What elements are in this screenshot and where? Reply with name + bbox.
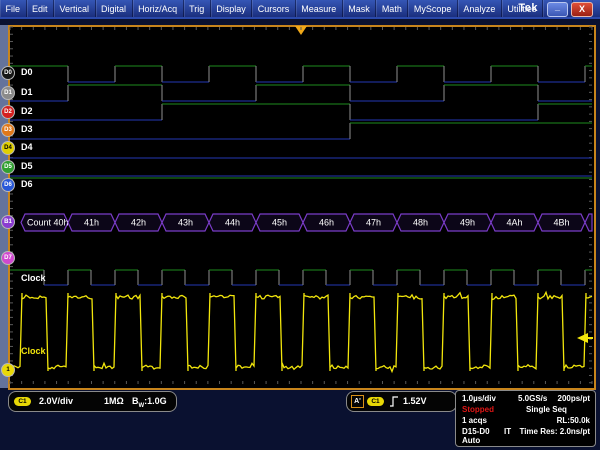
badge-d4[interactable]: D4 <box>1 141 15 155</box>
badge-ch1[interactable]: 1 <box>1 363 15 377</box>
ch1-badge[interactable]: C1 <box>14 397 31 406</box>
label-d0: D0 <box>21 67 33 77</box>
tek-logo: Tek <box>518 2 538 14</box>
record-length: RL:50.0k <box>557 416 590 425</box>
menu-item-myscope[interactable]: MyScope <box>408 0 458 17</box>
label-d6: D6 <box>21 179 33 189</box>
badge-d3[interactable]: D3 <box>1 123 15 137</box>
menu-items: FileEditVerticalDigitalHoriz/AcqTrigDisp… <box>0 0 573 17</box>
menu-item-horiz-acq[interactable]: Horiz/Acq <box>133 0 184 17</box>
badge-d6[interactable]: D6 <box>1 178 15 192</box>
acq-count: 1 acqs <box>462 416 487 425</box>
timebase: 1.0µs/div <box>462 394 496 403</box>
trigger-level: 1.52V <box>403 396 427 406</box>
menu-underline <box>0 17 600 19</box>
acquisition-panel[interactable]: 1.0µs/div 5.0GS/s 200ps/pt Stopped Singl… <box>455 390 596 447</box>
badge-b1[interactable]: B1 <box>1 215 15 229</box>
menu-bar: FileEditVerticalDigitalHoriz/AcqTrigDisp… <box>0 0 600 17</box>
menu-item-digital[interactable]: Digital <box>96 0 133 17</box>
menu-item-mask[interactable]: Mask <box>343 0 377 17</box>
bus-range: D15-D0 <box>462 427 490 436</box>
trigger-readout[interactable]: A' C1 1.52V <box>346 391 457 412</box>
minimize-button[interactable]: _ <box>547 2 568 17</box>
menu-item-display[interactable]: Display <box>211 0 253 17</box>
label-d3: D3 <box>21 124 33 134</box>
menu-item-math[interactable]: Math <box>376 0 408 17</box>
graticule <box>8 25 596 390</box>
trigger-mode: Auto <box>462 436 480 445</box>
sample-rate: 5.0GS/s <box>518 394 547 403</box>
badge-d2[interactable]: D2 <box>1 105 15 119</box>
ch1-readout[interactable]: C1 2.0V/div 1MΩ BW:1.0G <box>8 391 177 412</box>
label-d1: D1 <box>21 87 33 97</box>
menu-item-trig[interactable]: Trig <box>184 0 211 17</box>
badge-d7[interactable]: D7 <box>1 251 15 265</box>
badge-d5[interactable]: D5 <box>1 160 15 174</box>
close-button[interactable]: X <box>571 2 593 17</box>
label-d4: D4 <box>21 142 33 152</box>
trigger-source-icon: A' <box>351 395 364 408</box>
interp-mode: IT <box>504 427 511 436</box>
menu-item-analyze[interactable]: Analyze <box>458 0 502 17</box>
ch1-bandwidth: BW:1.0G <box>132 396 167 409</box>
trigger-position-marker[interactable] <box>295 26 307 35</box>
trigger-channel-badge: C1 <box>367 397 384 406</box>
time-resolution: Time Res: 2.0ns/pt <box>519 427 590 436</box>
rising-edge-icon <box>389 395 400 408</box>
ch1-scale: 2.0V/div <box>39 396 73 406</box>
acq-state: Stopped <box>462 405 494 414</box>
acq-mode: Single Seq <box>526 405 567 414</box>
menu-item-file[interactable]: File <box>0 0 27 17</box>
label-ch1-clock: Clock <box>21 346 46 356</box>
label-d7-clock: Clock <box>21 273 46 283</box>
badge-d0[interactable]: D0 <box>1 66 15 80</box>
menu-item-measure[interactable]: Measure <box>296 0 343 17</box>
badge-d1[interactable]: D1 <box>1 86 15 100</box>
menu-item-edit[interactable]: Edit <box>27 0 55 17</box>
menu-item-vertical[interactable]: Vertical <box>54 0 96 17</box>
resolution: 200ps/pt <box>558 394 590 403</box>
label-d2: D2 <box>21 106 33 116</box>
ch1-impedance: 1MΩ <box>104 396 124 406</box>
label-d5: D5 <box>21 161 33 171</box>
menu-item-cursors[interactable]: Cursors <box>252 0 296 17</box>
